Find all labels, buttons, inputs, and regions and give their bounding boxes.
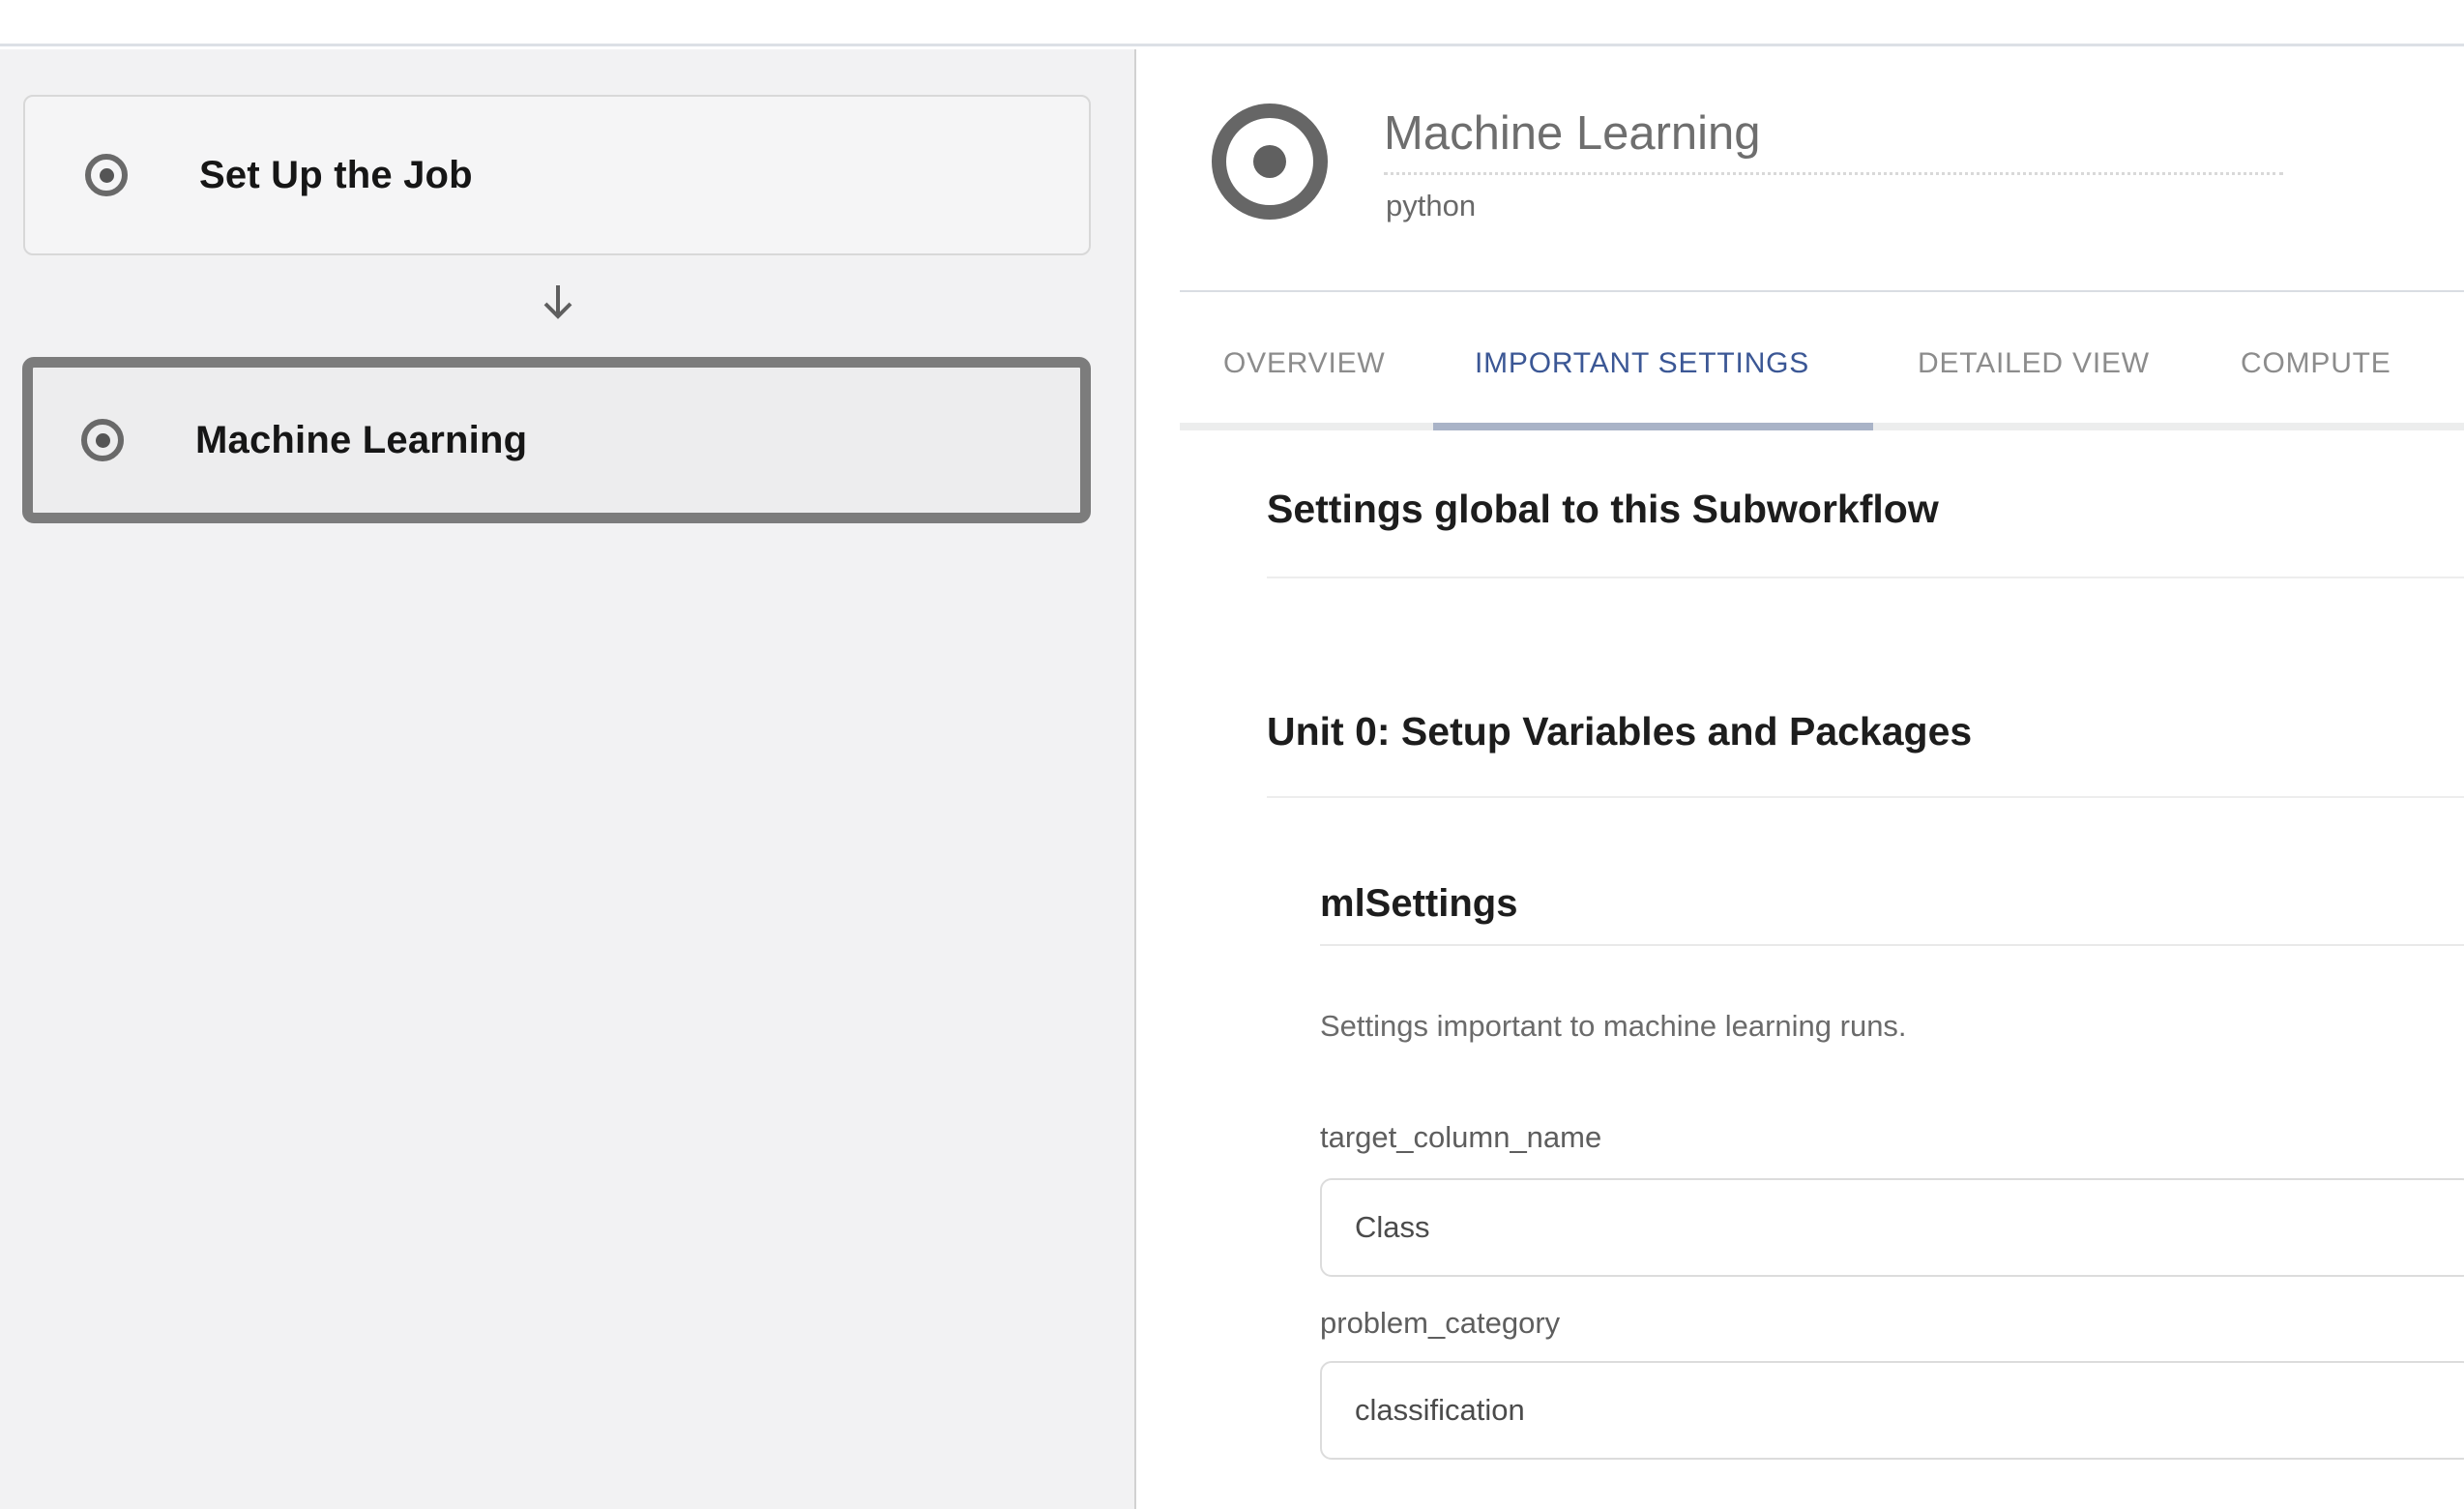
radio-icon <box>85 154 128 196</box>
node-type-icon <box>1212 104 1328 220</box>
target-column-name-label: target_column_name <box>1320 1118 1601 1157</box>
tab-active-indicator <box>1433 423 1873 430</box>
detail-panel: Machine Learning python OVERVIEW IMPORTA… <box>1136 49 2464 1509</box>
top-bar <box>0 0 2464 46</box>
radio-icon <box>81 419 124 461</box>
global-settings-heading: Settings global to this Subworkflow <box>1267 487 1939 531</box>
title-dotted-underline <box>1384 172 2283 175</box>
problem-category-label: problem_category <box>1320 1304 1560 1343</box>
workflow-panel: Set Up the Job Machine Learning <box>0 49 1136 1509</box>
arrow-down-icon <box>541 283 575 320</box>
tab-detailed-view[interactable]: DETAILED VIEW <box>1918 347 2150 380</box>
workflow-step-label: Set Up the Job <box>199 154 473 197</box>
node-title[interactable]: Machine Learning <box>1384 105 1761 162</box>
tab-compute[interactable]: COMPUTE <box>2241 347 2391 380</box>
tab-overview[interactable]: OVERVIEW <box>1223 347 1386 380</box>
workflow-step-machine-learning[interactable]: Machine Learning <box>22 357 1091 523</box>
tab-important-settings[interactable]: IMPORTANT SETTINGS <box>1475 347 1809 380</box>
divider <box>1267 577 2464 578</box>
workflow-step-label: Machine Learning <box>195 419 527 462</box>
problem-category-input[interactable] <box>1320 1361 2464 1460</box>
node-subtitle: python <box>1386 187 1476 225</box>
divider <box>1267 796 2464 798</box>
app-screen: Set Up the Job Machine Learning Machine … <box>0 0 2464 1509</box>
ml-settings-heading: mlSettings <box>1320 881 1517 926</box>
workflow-step-setup[interactable]: Set Up the Job <box>23 95 1091 255</box>
target-column-name-input[interactable] <box>1320 1178 2464 1277</box>
ml-settings-description: Settings important to machine learning r… <box>1320 1007 1907 1046</box>
tabs-top-border <box>1180 290 2464 292</box>
unit-heading: Unit 0: Setup Variables and Packages <box>1267 709 1972 754</box>
divider <box>1320 944 2464 946</box>
